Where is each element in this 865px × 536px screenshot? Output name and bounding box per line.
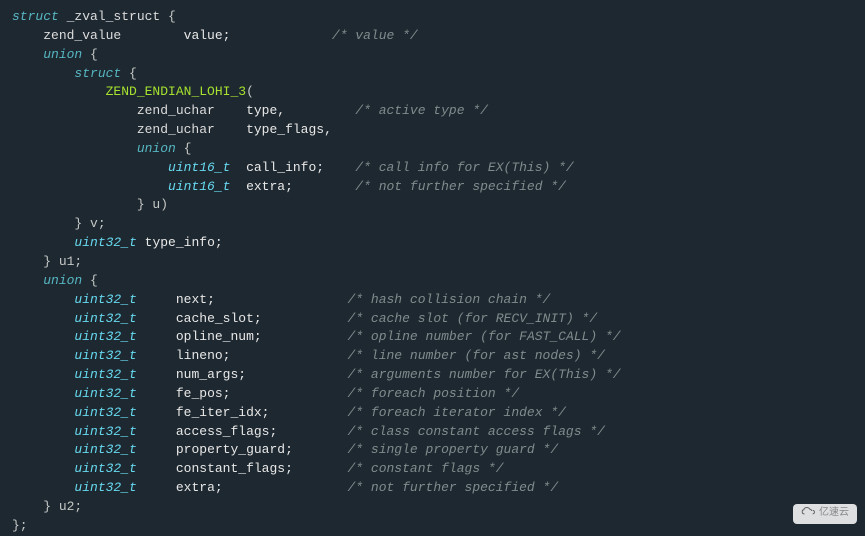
- watermark: 亿速云: [793, 504, 857, 525]
- comment: /* line number (for ast nodes) */: [348, 348, 605, 363]
- field-fe-iter-idx: fe_iter_idx;: [176, 405, 270, 420]
- type-uint32: uint32_t: [74, 461, 136, 476]
- comment: /* single property guard */: [348, 442, 559, 457]
- comment: /* opline number (for FAST_CALL) */: [348, 329, 621, 344]
- watermark-text: 亿速云: [819, 507, 849, 522]
- field-value: value;: [184, 28, 231, 43]
- comment: /* value */: [332, 28, 418, 43]
- comment: /* class constant access flags */: [348, 424, 605, 439]
- close-brace: } u2;: [43, 499, 82, 514]
- code-block: struct _zval_struct { zend_value value; …: [12, 8, 853, 536]
- field-lineno: lineno;: [176, 348, 231, 363]
- comment: /* constant flags */: [348, 461, 504, 476]
- close-brace: };: [12, 518, 28, 533]
- comment: /* arguments number for EX(This) */: [348, 367, 621, 382]
- field-type-info: type_info;: [145, 235, 223, 250]
- comment: /* foreach position */: [348, 386, 520, 401]
- type-uint32: uint32_t: [74, 386, 136, 401]
- keyword-struct: struct: [74, 66, 121, 81]
- type-uint32: uint32_t: [74, 442, 136, 457]
- type-uint16: uint16_t: [168, 160, 230, 175]
- field-constant-flags: constant_flags;: [176, 461, 293, 476]
- field-next: next;: [176, 292, 215, 307]
- close-brace: } u): [137, 197, 168, 212]
- field-fe-pos: fe_pos;: [176, 386, 231, 401]
- field-type: type,: [246, 103, 285, 118]
- type-zend-value: zend_value: [43, 28, 121, 43]
- comment: /* not further specified */: [355, 179, 566, 194]
- comment: /* foreach iterator index */: [348, 405, 566, 420]
- type-uint32: uint32_t: [74, 424, 136, 439]
- field-access-flags: access_flags;: [176, 424, 277, 439]
- cloud-icon: [801, 506, 815, 523]
- field-num-args: num_args;: [176, 367, 246, 382]
- macro-call: ZEND_ENDIAN_LOHI_3: [106, 84, 246, 99]
- field-opline-num: opline_num;: [176, 329, 262, 344]
- type-uint32: uint32_t: [74, 480, 136, 495]
- comment: /* active type */: [355, 103, 488, 118]
- comment: /* call info for EX(This) */: [355, 160, 573, 175]
- field-type-flags: type_flags,: [246, 122, 332, 137]
- type-uint32: uint32_t: [74, 405, 136, 420]
- comment: /* hash collision chain */: [348, 292, 551, 307]
- keyword-union: union: [43, 273, 82, 288]
- indent: [12, 28, 43, 43]
- type-uint32: uint32_t: [74, 329, 136, 344]
- field-extra: extra;: [176, 480, 223, 495]
- type-zend-uchar: zend_uchar: [137, 103, 215, 118]
- struct-name: _zval_struct: [59, 9, 168, 24]
- field-property-guard: property_guard;: [176, 442, 293, 457]
- type-uint32: uint32_t: [74, 235, 136, 250]
- field-cache-slot: cache_slot;: [176, 311, 262, 326]
- field-extra: extra;: [246, 179, 293, 194]
- type-uint16: uint16_t: [168, 179, 230, 194]
- keyword-union: union: [43, 47, 82, 62]
- keyword-union: union: [137, 141, 176, 156]
- type-zend-uchar: zend_uchar: [137, 122, 215, 137]
- comment: /* not further specified */: [348, 480, 559, 495]
- type-uint32: uint32_t: [74, 367, 136, 382]
- brace: {: [168, 9, 176, 24]
- type-uint32: uint32_t: [74, 311, 136, 326]
- close-brace: } u1;: [43, 254, 82, 269]
- type-uint32: uint32_t: [74, 348, 136, 363]
- comment: /* cache slot (for RECV_INIT) */: [348, 311, 598, 326]
- field-call-info: call_info;: [246, 160, 324, 175]
- keyword-struct: struct: [12, 9, 59, 24]
- close-brace: } v;: [74, 216, 105, 231]
- type-uint32: uint32_t: [74, 292, 136, 307]
